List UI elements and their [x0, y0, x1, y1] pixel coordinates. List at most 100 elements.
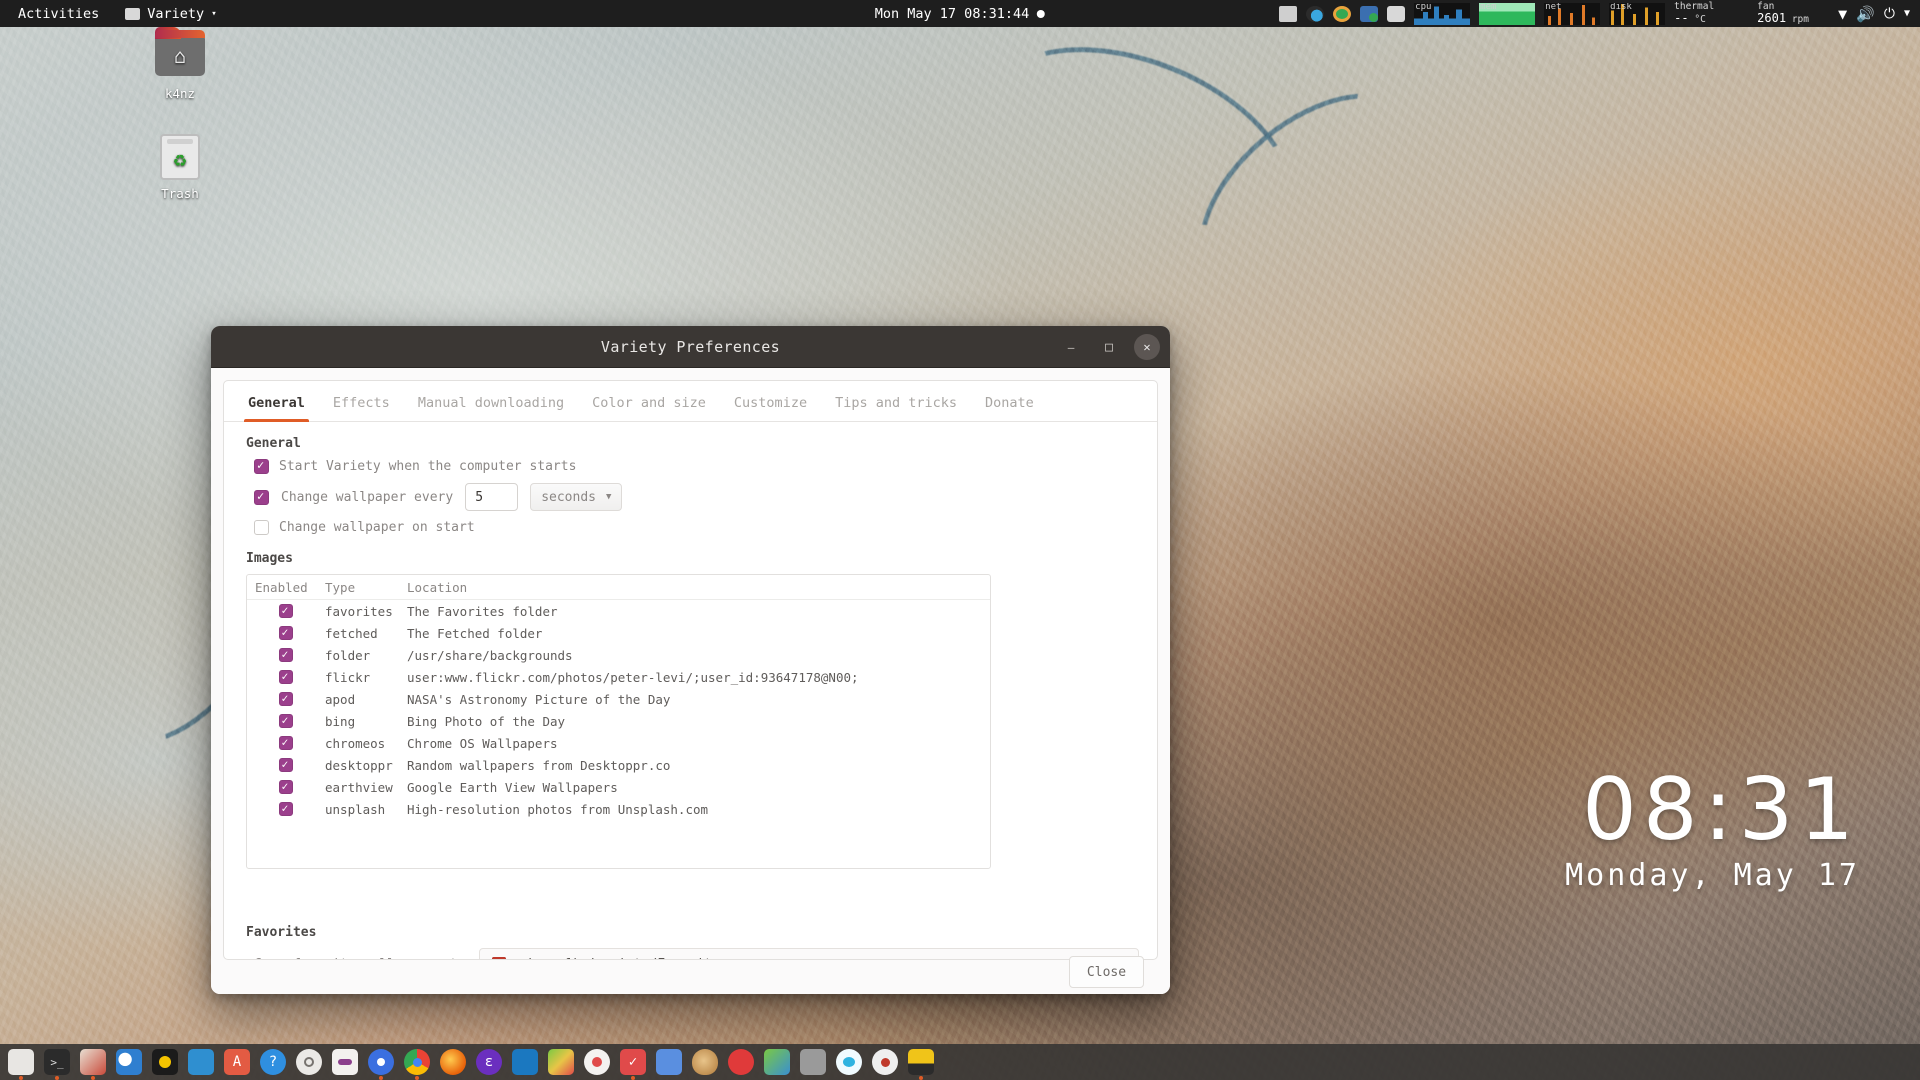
row-location: Google Earth View Wallpapers	[407, 779, 618, 795]
dock-item-music[interactable]	[728, 1049, 754, 1075]
tab-donate[interactable]: Donate	[971, 395, 1048, 421]
dock-item-chrome[interactable]	[404, 1049, 430, 1075]
dock-item-toggles[interactable]	[332, 1049, 358, 1075]
desktop-clock-widget: 08:31 Monday, May 17	[1565, 760, 1860, 893]
dock-item-settings[interactable]	[296, 1049, 322, 1075]
dock-item-tasks[interactable]: ✓	[620, 1049, 646, 1075]
table-row[interactable]: apod NASA's Astronomy Picture of the Day	[247, 688, 990, 710]
option-change-on-start[interactable]: Change wallpaper on start	[254, 520, 1157, 535]
shield-check-icon[interactable]	[1333, 5, 1352, 22]
table-row[interactable]: folder /usr/share/backgrounds	[247, 644, 990, 666]
dock-item-weather[interactable]	[116, 1049, 142, 1075]
maximize-button[interactable]	[1096, 334, 1122, 360]
table-row[interactable]: desktoppr Random wallpapers from Desktop…	[247, 754, 990, 776]
thermal-indicator[interactable]: thermal -- °C	[1674, 2, 1748, 25]
table-row[interactable]: unsplash High-resolution photos from Uns…	[247, 798, 990, 820]
tab-manual-downloading[interactable]: Manual downloading	[404, 395, 578, 421]
row-location: High-resolution photos from Unsplash.com	[407, 801, 709, 817]
dock-item-terminal[interactable]: >_	[44, 1049, 70, 1075]
dock-item-yarn[interactable]	[764, 1049, 790, 1075]
row-location: NASA's Astronomy Picture of the Day	[407, 691, 671, 707]
row-enabled-checkbox[interactable]	[247, 713, 325, 728]
desktop-icon-trash[interactable]: ♻ Trash	[134, 134, 226, 201]
disk-monitor[interactable]: disk	[1609, 2, 1666, 25]
table-row[interactable]: earthview Google Earth View Wallpapers	[247, 776, 990, 798]
table-row[interactable]: chromeos Chrome OS Wallpapers	[247, 732, 990, 754]
row-location: The Favorites folder	[407, 603, 558, 619]
desktop-clock-time: 08:31	[1582, 760, 1860, 860]
dock-item-cloud[interactable]	[836, 1049, 862, 1075]
dock-item-epsilon[interactable]: ε	[476, 1049, 502, 1075]
table-row[interactable]: favorites The Favorites folder	[247, 600, 990, 622]
table-row[interactable]: fetched The Fetched folder	[247, 622, 990, 644]
volume-icon[interactable]: 🔊	[1856, 5, 1875, 23]
dock-item-paint[interactable]	[548, 1049, 574, 1075]
app-menu[interactable]: Variety ▾	[119, 4, 222, 24]
network-icon[interactable]	[1306, 5, 1325, 22]
checkbox-change-wallpaper-every[interactable]	[254, 489, 269, 505]
tab-color-and-size[interactable]: Color and size	[578, 395, 720, 421]
chevron-down-icon[interactable]: ▼	[1904, 8, 1914, 19]
checkbox-change-on-start[interactable]	[254, 520, 269, 535]
images-list[interactable]: Enabled Type Location favorites The Favo…	[246, 574, 991, 869]
dock-item-files[interactable]	[8, 1049, 34, 1075]
dock-item-image-viewer[interactable]	[80, 1049, 106, 1075]
cpu-monitor[interactable]: cpu	[1414, 2, 1471, 25]
dock-item-record[interactable]	[872, 1049, 898, 1075]
power-icon[interactable]: ⏻	[1884, 6, 1895, 22]
row-enabled-checkbox[interactable]	[247, 757, 325, 772]
wallpaper-icon[interactable]	[1279, 5, 1298, 22]
table-row[interactable]: flickr user:www.flickr.com/photos/peter-…	[247, 666, 990, 688]
close-window-button[interactable]	[1134, 334, 1160, 360]
dock-item-apps[interactable]	[584, 1049, 610, 1075]
row-enabled-checkbox[interactable]	[247, 669, 325, 684]
row-enabled-checkbox[interactable]	[247, 625, 325, 640]
dock-item-variety[interactable]	[908, 1049, 934, 1075]
dock-item-browser[interactable]	[368, 1049, 394, 1075]
option-label: Start Variety when the computer starts	[279, 459, 577, 474]
tab-general[interactable]: General	[234, 395, 319, 422]
dock-item-vscode[interactable]	[512, 1049, 538, 1075]
dock-item-nut[interactable]	[692, 1049, 718, 1075]
general-section-heading: General	[246, 436, 301, 451]
interval-value-input[interactable]: 5	[465, 483, 519, 511]
tab-customize[interactable]: Customize	[720, 395, 821, 421]
dock-item-firefox[interactable]	[440, 1049, 466, 1075]
dock-item-software-center[interactable]: A	[224, 1049, 250, 1075]
dialog-footer: Close	[211, 956, 1170, 988]
dock-item-archive[interactable]	[800, 1049, 826, 1075]
row-enabled-checkbox[interactable]	[247, 735, 325, 750]
option-start-on-boot[interactable]: Start Variety when the computer starts	[254, 458, 1157, 474]
interval-unit-select[interactable]: seconds ▼	[530, 483, 623, 511]
checkbox-start-on-boot[interactable]	[254, 458, 269, 474]
tab-tips-and-tricks[interactable]: Tips and tricks	[821, 395, 971, 421]
option-change-wallpaper-every[interactable]: Change wallpaper every 5 seconds ▼	[254, 483, 1157, 511]
row-enabled-checkbox[interactable]	[247, 779, 325, 794]
variety-preferences-window: Variety Preferences General Effects Manu…	[211, 326, 1170, 994]
row-enabled-checkbox[interactable]	[247, 647, 325, 662]
dock-item-text-editor[interactable]	[188, 1049, 214, 1075]
memory-monitor[interactable]: mem	[1479, 2, 1536, 25]
variety-app-icon	[125, 7, 141, 20]
minimize-button[interactable]	[1058, 334, 1084, 360]
keyboard-icon[interactable]	[1387, 5, 1406, 22]
network-monitor[interactable]: net	[1544, 2, 1601, 25]
activities-button[interactable]: Activities	[12, 4, 105, 24]
clock-button[interactable]: Mon May 17 08:31:44	[875, 6, 1046, 22]
tab-effects[interactable]: Effects	[319, 395, 404, 421]
dock-item-screenshot[interactable]	[656, 1049, 682, 1075]
sync-check-icon[interactable]	[1360, 5, 1379, 22]
dock-item-help[interactable]: ?	[260, 1049, 286, 1075]
close-button[interactable]: Close	[1069, 956, 1144, 988]
row-enabled-checkbox[interactable]	[247, 603, 325, 618]
desktop-icon-label: k4nz	[164, 86, 196, 101]
dock-item-media-player[interactable]	[152, 1049, 178, 1075]
desktop-icon-home[interactable]: ⌂ k4nz	[134, 27, 226, 101]
table-row[interactable]: bing Bing Photo of the Day	[247, 710, 990, 732]
window-titlebar[interactable]: Variety Preferences	[211, 326, 1170, 368]
row-type: earthview	[325, 779, 393, 795]
row-enabled-checkbox[interactable]	[247, 691, 325, 706]
wifi-icon[interactable]: ▼	[1838, 5, 1847, 23]
row-enabled-checkbox[interactable]	[247, 801, 325, 816]
fan-indicator[interactable]: fan 2601 rpm	[1757, 2, 1829, 25]
